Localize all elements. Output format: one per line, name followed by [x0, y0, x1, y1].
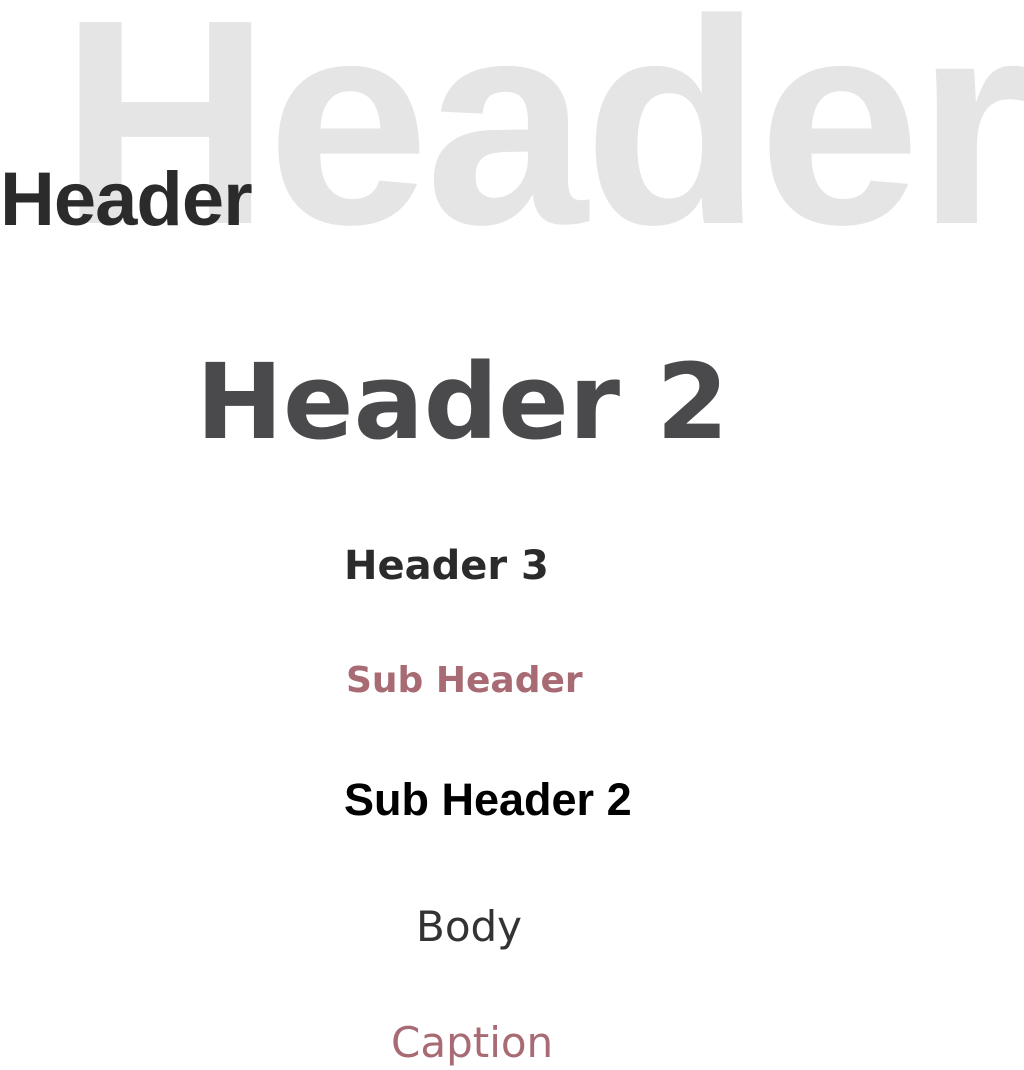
header-2-sample: Header 2: [196, 341, 729, 463]
sub-header-2-sample: Sub Header 2: [344, 774, 632, 825]
header-sample: Header: [0, 157, 253, 242]
sub-header-sample: Sub Header: [346, 660, 583, 701]
body-sample: Body: [416, 902, 523, 951]
caption-sample: Caption: [391, 1018, 554, 1067]
header-3-sample: Header 3: [344, 543, 549, 589]
